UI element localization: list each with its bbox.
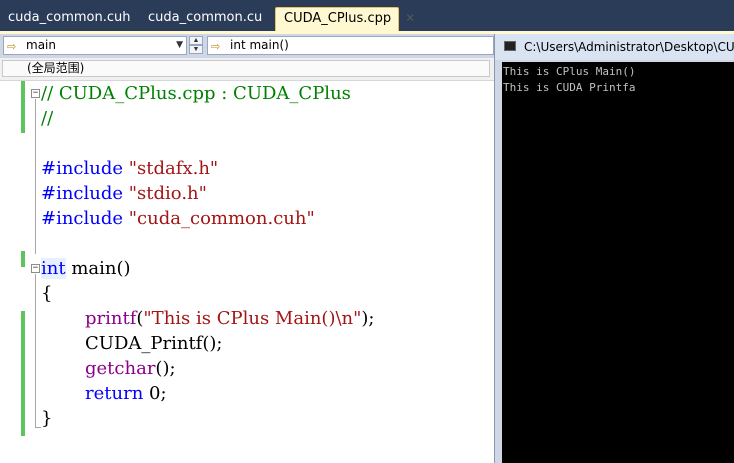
- comment-text: //: [41, 108, 54, 129]
- tab-label: cuda_common.cuh: [8, 10, 131, 25]
- member-combo[interactable]: ⇨ int main(): [207, 36, 494, 55]
- code-line-1: // CUDA_CPlus.cpp : CUDA_CPlus: [41, 81, 351, 106]
- code-line-main-decl: int main(): [41, 256, 131, 281]
- main-signature: main(): [65, 258, 131, 279]
- comment-text: // CUDA_CPlus.cpp : CUDA_CPlus: [41, 83, 351, 104]
- console-window-icon: [504, 41, 516, 51]
- outline-line: [35, 99, 36, 254]
- collapse-icon[interactable]: −: [31, 89, 40, 98]
- open-brace: {: [41, 283, 53, 304]
- tab-label: cuda_common.cu: [148, 10, 263, 25]
- preprocessor-keyword: #include: [41, 158, 124, 179]
- getchar-args: ();: [155, 358, 176, 379]
- function-getchar: getchar: [85, 358, 156, 379]
- member-combo-value: int main(): [230, 38, 289, 52]
- console-window[interactable]: C:\Users\Administrator\Desktop\CUDA_CPlu…: [494, 34, 734, 463]
- split-down-button[interactable]: ▼: [189, 45, 203, 54]
- tab-label: CUDA_CPlus.cpp: [284, 11, 392, 26]
- console-line: This is CPlus Main(): [503, 65, 636, 78]
- keyword-int: int: [41, 258, 66, 279]
- code-line-include-cuda-common: #include "cuda_common.cuh": [41, 206, 315, 231]
- code-editor[interactable]: − − // CUDA_CPlus.cpp : CUDA_CPlus // #i…: [0, 81, 494, 463]
- code-line-include-stdio: #include "stdio.h": [41, 181, 207, 206]
- console-output: This is CPlus Main() This is CUDA Printf…: [502, 62, 734, 463]
- close-tab-icon[interactable]: ✕: [403, 12, 417, 26]
- code-line-getchar: getchar();: [85, 356, 176, 381]
- close-brace: }: [41, 408, 53, 429]
- code-line-close-brace: }: [41, 406, 52, 431]
- preprocessor-keyword: #include: [41, 183, 124, 204]
- cuda-printf-call: CUDA_Printf();: [85, 333, 223, 354]
- code-line-include-stdafx: #include "stdafx.h": [41, 156, 218, 181]
- global-scope-label: (全局范围): [27, 61, 85, 75]
- code-line-return: return 0;: [85, 381, 167, 406]
- code-line-2: //: [41, 106, 53, 131]
- change-bar: [21, 251, 25, 267]
- include-file: "stdio.h": [128, 183, 207, 204]
- return-value: 0;: [143, 383, 167, 404]
- keyword-return: return: [85, 383, 144, 404]
- function-printf: printf: [85, 308, 137, 329]
- code-line-open-brace: {: [41, 281, 52, 306]
- include-file: "stdafx.h": [128, 158, 219, 179]
- code-line-cuda-printf: CUDA_Printf();: [85, 331, 222, 356]
- arrow-right-icon: ⇨: [7, 40, 17, 53]
- chevron-down-icon[interactable]: ▼: [176, 37, 183, 54]
- console-title: C:\Users\Administrator\Desktop\CUDA_CPlu…: [524, 40, 734, 54]
- include-file: "cuda_common.cuh": [128, 208, 315, 229]
- document-tab-strip: cuda_common.cuh cuda_common.cu CUDA_CPlu…: [0, 0, 734, 31]
- arrow-right-icon: ⇨: [211, 40, 221, 53]
- scope-combo[interactable]: ⇨ main ▼: [3, 36, 187, 55]
- change-bar: [21, 311, 25, 436]
- split-view-buttons: ▲ ▼: [189, 36, 203, 55]
- tab-cuda-cplus-cpp[interactable]: CUDA_CPlus.cpp ✕: [275, 7, 415, 31]
- split-up-button[interactable]: ▲: [189, 36, 203, 45]
- console-title-bar[interactable]: C:\Users\Administrator\Desktop\CUDA_CPlu…: [495, 34, 734, 60]
- tab-cuda-common-cu[interactable]: cuda_common.cu: [140, 7, 270, 31]
- editor-gutter: [0, 81, 20, 463]
- change-bar: [21, 81, 25, 133]
- tab-cuda-common-cuh[interactable]: cuda_common.cuh: [0, 7, 138, 31]
- collapse-icon[interactable]: −: [31, 264, 40, 273]
- paren-close: );: [361, 308, 375, 329]
- preprocessor-keyword: #include: [41, 208, 124, 229]
- console-line: This is CUDA Printfa: [503, 81, 636, 94]
- global-scope-dropdown[interactable]: (全局范围): [2, 60, 490, 77]
- scope-combo-value: main: [26, 38, 56, 52]
- code-line-printf: printf("This is CPlus Main()\n");: [85, 306, 375, 331]
- outline-line: [35, 274, 36, 427]
- printf-string: "This is CPlus Main()\n": [143, 308, 362, 329]
